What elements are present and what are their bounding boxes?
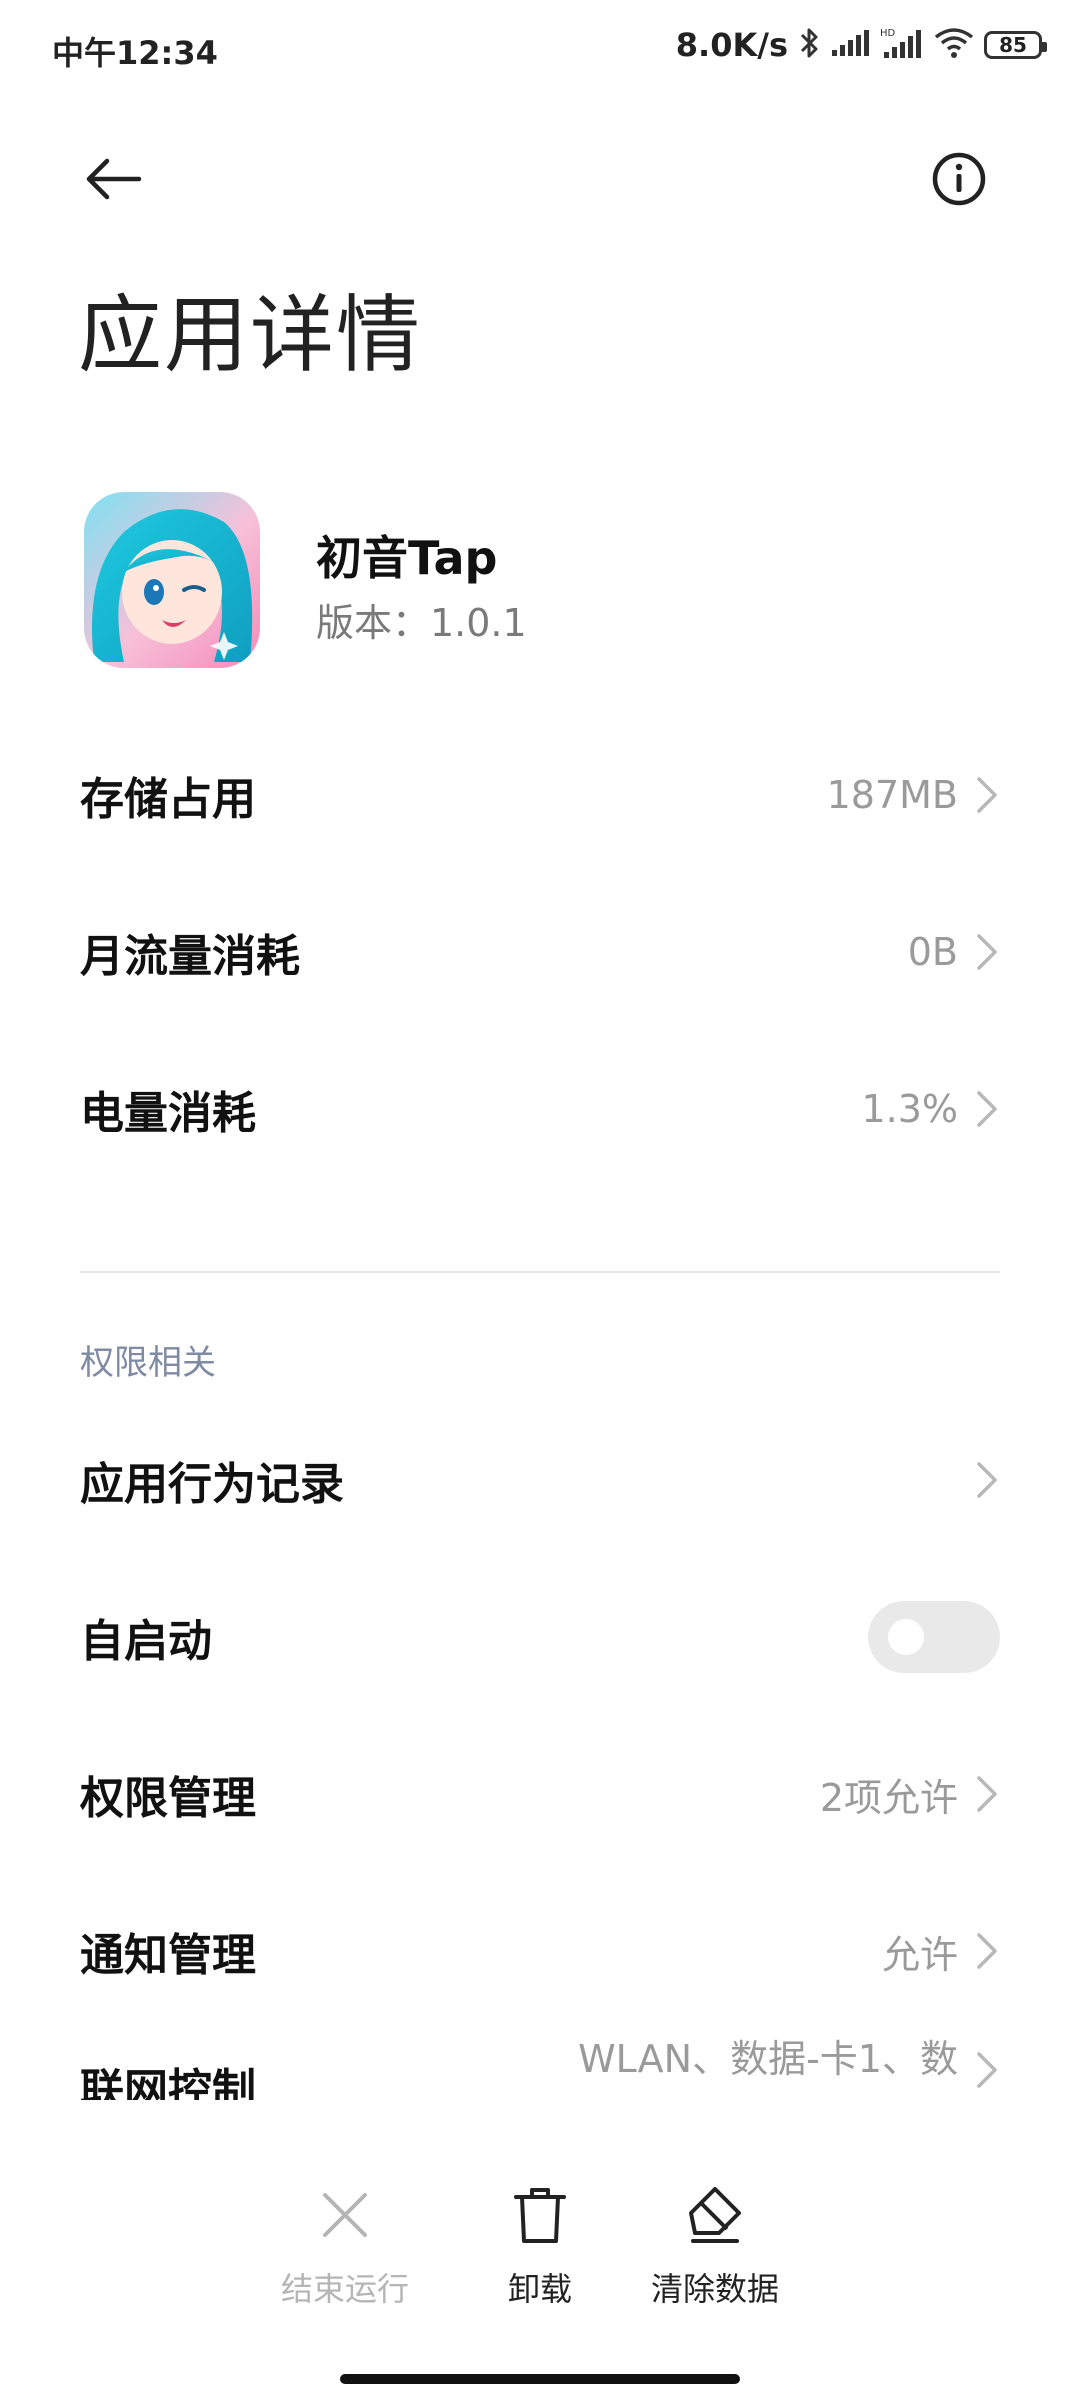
battery-usage-row[interactable]: 电量消耗 1.3% xyxy=(80,1049,1000,1169)
info-icon xyxy=(932,152,986,206)
close-icon xyxy=(310,2180,380,2250)
top-bar xyxy=(0,120,1080,230)
info-button[interactable] xyxy=(924,144,994,214)
permission-management-row[interactable]: 权限管理 2项允许 xyxy=(80,1734,1000,1854)
chevron-right-icon xyxy=(974,2050,1000,2090)
chevron-right-icon xyxy=(974,1931,1000,1971)
app-icon xyxy=(84,492,260,668)
back-button[interactable] xyxy=(78,144,148,214)
status-time: 中午12:34 xyxy=(52,34,218,72)
action-label: 卸载 xyxy=(507,2270,572,2308)
chevron-right-icon xyxy=(974,1460,1000,1500)
action-label: 结束运行 xyxy=(280,2270,409,2308)
section-title-permissions: 权限相关 xyxy=(80,1343,216,1383)
clear-data-button[interactable]: 清除数据 xyxy=(620,2180,810,2320)
row-label: 通知管理 xyxy=(80,1930,256,1981)
divider xyxy=(80,1271,1000,1273)
notification-management-row[interactable]: 通知管理 允许 xyxy=(80,1891,1000,2011)
row-value: 0B xyxy=(907,930,958,974)
chevron-right-icon xyxy=(974,1089,1000,1129)
row-value: 允许 xyxy=(881,1932,958,1977)
chevron-right-icon xyxy=(974,1774,1000,1814)
chevron-right-icon xyxy=(974,775,1000,815)
toggle-knob xyxy=(888,1619,924,1655)
row-label: 应用行为记录 xyxy=(80,1459,344,1510)
status-icons: 8.0K/s HD 85 xyxy=(675,26,1047,64)
autostart-toggle[interactable] xyxy=(868,1601,1000,1673)
app-version: 版本：1.0.1 xyxy=(316,601,527,645)
bluetooth-icon xyxy=(798,26,820,64)
svg-text:HD: HD xyxy=(880,28,896,39)
signal-icon xyxy=(830,28,870,62)
bottom-action-bar: 结束运行 卸载 清除数据 xyxy=(0,2180,1080,2340)
battery-icon: 85 xyxy=(984,31,1047,59)
force-stop-button[interactable]: 结束运行 xyxy=(250,2180,440,2320)
app-name: 初音Tap xyxy=(316,531,498,585)
row-value: 2项允许 xyxy=(819,1775,958,1820)
row-label: 月流量消耗 xyxy=(80,931,300,982)
net-speed: 8.0K/s xyxy=(675,26,788,64)
uninstall-button[interactable]: 卸载 xyxy=(445,2180,635,2320)
row-value: 1.3% xyxy=(861,1087,958,1131)
trash-icon xyxy=(505,2180,575,2250)
hd-signal-icon: HD xyxy=(880,26,924,64)
back-arrow-icon xyxy=(86,158,142,200)
action-label: 清除数据 xyxy=(650,2270,779,2308)
row-value: WLAN、数据-卡1、数 xyxy=(578,2036,958,2081)
eraser-icon xyxy=(680,2180,750,2250)
storage-row[interactable]: 存储占用 187MB xyxy=(80,735,1000,855)
row-label: 自启动 xyxy=(80,1616,212,1667)
data-usage-row[interactable]: 月流量消耗 0B xyxy=(80,892,1000,1012)
battery-level: 85 xyxy=(999,33,1027,57)
row-label: 联网控制 xyxy=(80,2065,256,2100)
row-label: 存储占用 xyxy=(80,774,256,825)
chevron-right-icon xyxy=(974,932,1000,972)
network-control-row[interactable]: 联网控制 WLAN、数据-卡1、数 xyxy=(80,2020,1000,2100)
row-value: 187MB xyxy=(826,773,958,817)
app-behavior-log-row[interactable]: 应用行为记录 xyxy=(80,1420,1000,1540)
wifi-icon xyxy=(934,27,974,63)
app-header: 初音Tap 版本：1.0.1 xyxy=(84,492,1004,672)
row-label: 电量消耗 xyxy=(80,1088,256,1139)
status-bar: 中午12:34 8.0K/s HD 85 xyxy=(0,0,1080,100)
home-indicator[interactable] xyxy=(340,2374,740,2384)
row-label: 权限管理 xyxy=(80,1773,256,1824)
page-title: 应用详情 xyxy=(78,286,423,384)
autostart-row: 自启动 xyxy=(80,1577,1000,1697)
